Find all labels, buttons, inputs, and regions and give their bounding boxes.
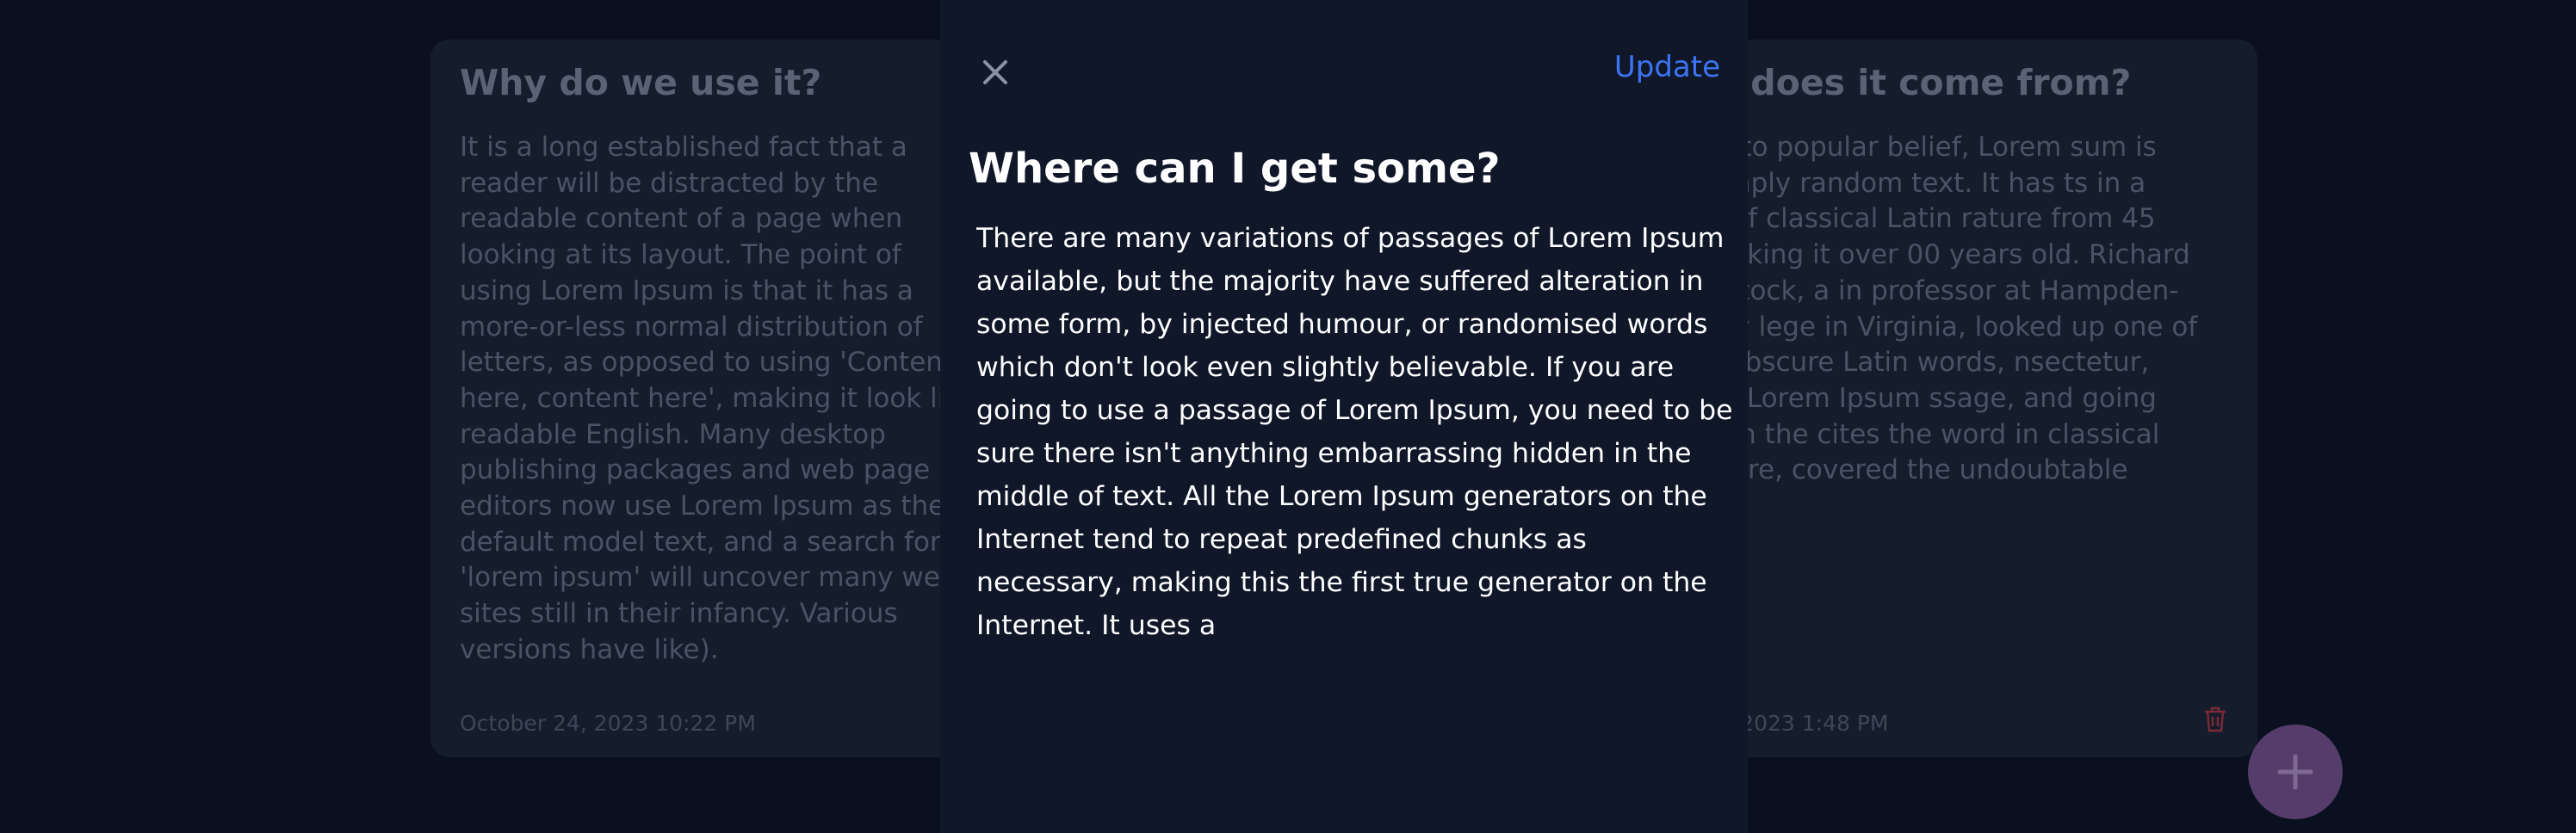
note-body: It is a long established fact that a rea… bbox=[460, 132, 976, 665]
add-note-button[interactable] bbox=[2248, 725, 2343, 819]
note-body-textarea[interactable]: There are many variations of passages of… bbox=[976, 217, 1734, 664]
trash-icon[interactable] bbox=[2202, 706, 2228, 733]
close-icon[interactable] bbox=[976, 53, 1014, 91]
plus-icon bbox=[2277, 754, 2313, 790]
note-date: October 24, 2023 10:22 PM bbox=[460, 711, 756, 736]
update-button[interactable]: Update bbox=[1614, 50, 1720, 84]
edit-note-modal: Update Where can I get some? There are m… bbox=[940, 0, 1748, 833]
note-title: Why do we use it? bbox=[460, 62, 822, 103]
note-title-input[interactable]: Where can I get some? bbox=[969, 145, 1500, 193]
